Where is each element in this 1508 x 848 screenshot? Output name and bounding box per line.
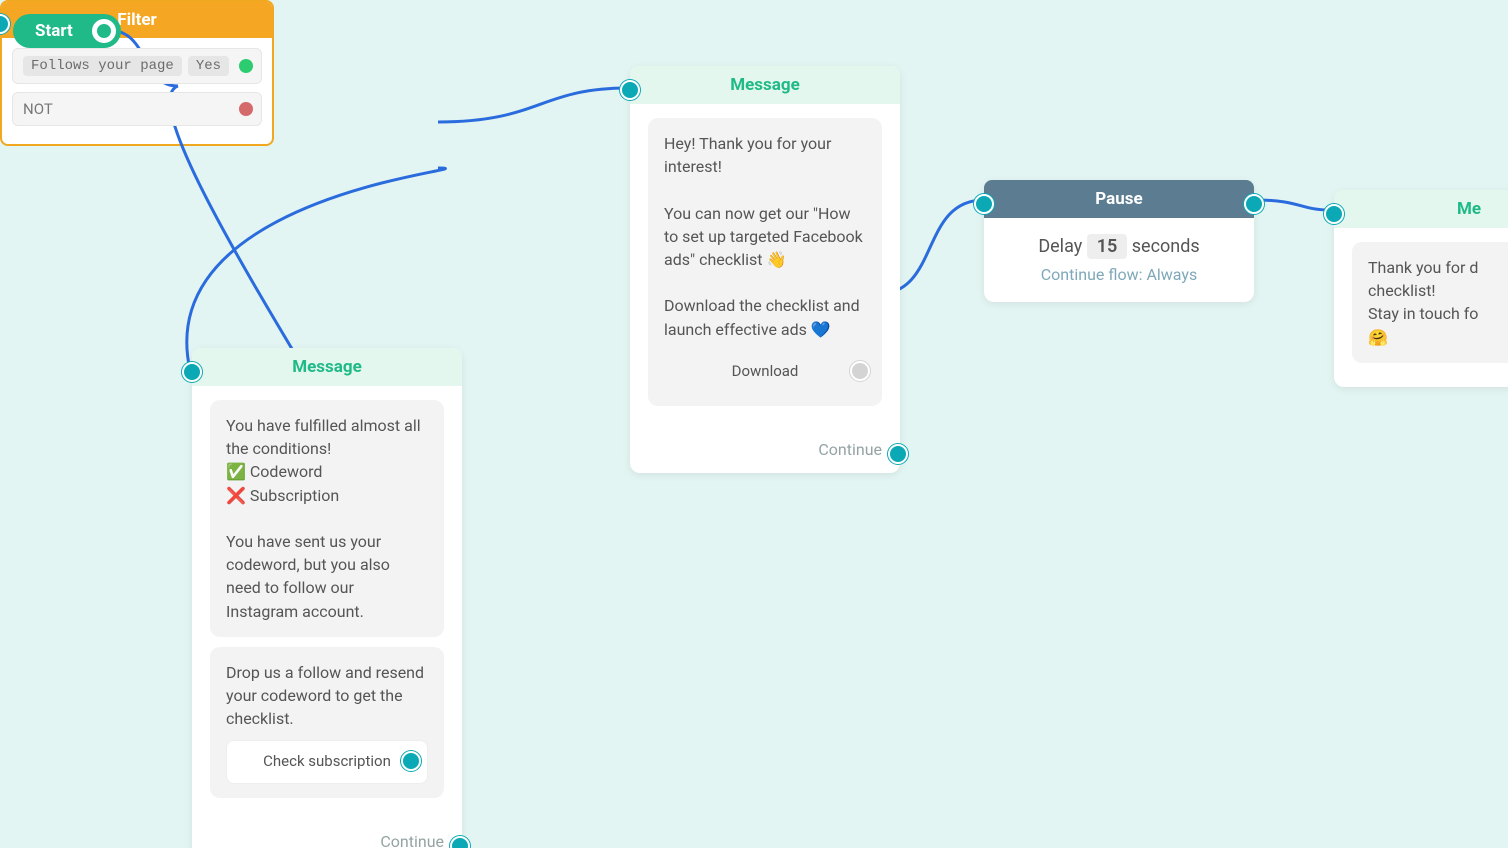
filter-condition-yes[interactable]: Follows your page Yes bbox=[12, 48, 262, 84]
filter-output-yes[interactable] bbox=[239, 59, 253, 73]
message-node-download[interactable]: Message Hey! Thank you for your interest… bbox=[630, 66, 900, 473]
pause-delay-label: Delay bbox=[1038, 236, 1082, 257]
msg2-checksub-port[interactable] bbox=[401, 751, 421, 771]
pause-output-port[interactable] bbox=[1244, 194, 1264, 214]
msg2-bubble1: You have fulfilled almost all the condit… bbox=[210, 400, 444, 637]
msg2-sub: ❌ Subscription bbox=[226, 484, 428, 507]
msg3-bubble: Thank you for d checklist! Stay in touch… bbox=[1352, 242, 1508, 363]
msg2-codeword: ✅ Codeword bbox=[226, 460, 428, 483]
msg2-bubble2: Drop us a follow and resend your codewor… bbox=[210, 647, 444, 798]
msg1-header: Message bbox=[630, 66, 900, 104]
msg3-text2: checklist! bbox=[1368, 279, 1508, 302]
pause-node[interactable]: Pause Delay 15 seconds Continue flow: Al… bbox=[984, 180, 1254, 302]
msg2-continue[interactable]: Continue bbox=[192, 822, 462, 848]
msg2-text1: You have fulfilled almost all the condit… bbox=[226, 414, 428, 460]
start-label: Start bbox=[35, 21, 73, 41]
start-output-port[interactable] bbox=[92, 19, 116, 43]
msg1-download-button[interactable]: Download bbox=[664, 351, 866, 393]
msg2-text3: Drop us a follow and resend your codewor… bbox=[226, 661, 428, 731]
msg1-download-port[interactable] bbox=[850, 361, 870, 381]
msg3-input-port[interactable] bbox=[1324, 204, 1344, 224]
msg2-checksub-button[interactable]: Check subscription bbox=[226, 740, 428, 784]
message-node-thankyou[interactable]: Me Thank you for d checklist! Stay in to… bbox=[1334, 190, 1508, 387]
msg2-text2: You have sent us your codeword, but you … bbox=[226, 530, 428, 623]
msg3-header: Me bbox=[1334, 190, 1508, 228]
pause-delay-unit: seconds bbox=[1132, 236, 1200, 257]
start-node[interactable]: Start bbox=[13, 14, 121, 48]
msg2-header: Message bbox=[192, 348, 462, 386]
filter-not-label: NOT bbox=[23, 100, 53, 118]
msg1-bubble: Hey! Thank you for your interest! You ca… bbox=[648, 118, 882, 406]
msg2-continue-port[interactable] bbox=[450, 836, 470, 848]
pause-delay-value[interactable]: 15 bbox=[1087, 234, 1128, 259]
pause-header: Pause bbox=[984, 180, 1254, 218]
pause-continue-text: Continue flow: Always bbox=[1002, 265, 1236, 284]
msg3-emoji: 🤗 bbox=[1368, 326, 1508, 349]
filter-field: Follows your page bbox=[23, 56, 182, 76]
msg1-continue-port[interactable] bbox=[888, 444, 908, 464]
msg3-text3: Stay in touch fo bbox=[1368, 302, 1508, 325]
filter-condition-not[interactable]: NOT bbox=[12, 92, 262, 126]
message-node-checksub[interactable]: Message You have fulfilled almost all th… bbox=[192, 348, 462, 848]
msg1-continue[interactable]: Continue bbox=[630, 430, 900, 473]
filter-value: Yes bbox=[188, 56, 229, 76]
msg1-text1: Hey! Thank you for your interest! bbox=[664, 132, 866, 178]
msg3-text1: Thank you for d bbox=[1368, 256, 1508, 279]
msg1-text2: You can now get our "How to set up targe… bbox=[664, 202, 866, 272]
filter-output-not[interactable] bbox=[239, 102, 253, 116]
pause-input-port[interactable] bbox=[974, 194, 994, 214]
msg1-input-port[interactable] bbox=[620, 80, 640, 100]
msg2-input-port[interactable] bbox=[182, 362, 202, 382]
msg1-text3: Download the checklist and launch effect… bbox=[664, 294, 866, 340]
